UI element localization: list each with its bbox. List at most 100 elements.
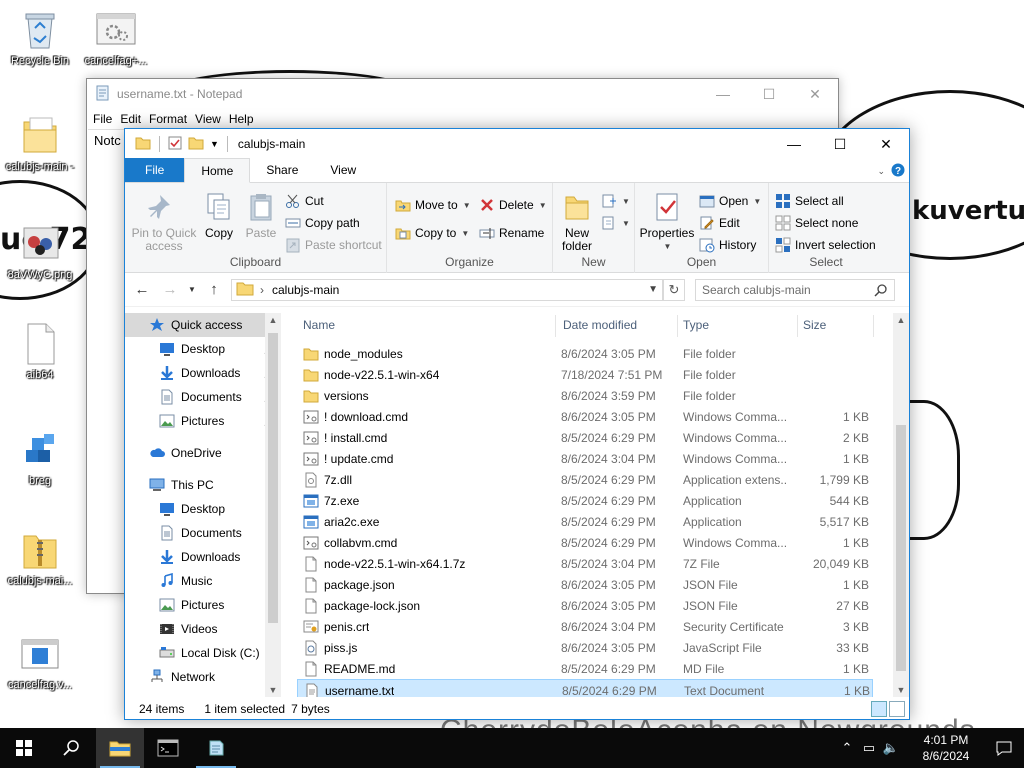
new-folder-button[interactable]: New folder [557, 191, 597, 253]
up-arrow-icon[interactable]: ↑ [203, 281, 225, 298]
desktop-icon-png[interactable]: 8aVWyC.png [2, 222, 78, 282]
start-button[interactable] [0, 728, 48, 768]
cut-button[interactable]: Cut [285, 191, 324, 211]
scroll-down-icon[interactable]: ▼ [893, 685, 909, 695]
tab-share[interactable]: Share [250, 158, 314, 182]
nav-item[interactable]: This PC [125, 473, 281, 497]
taskbar-notepad[interactable] [192, 728, 240, 768]
explorer-minimize-button[interactable]: — [771, 129, 817, 159]
explorer-close-button[interactable]: ✕ [863, 129, 909, 159]
file-row[interactable]: collabvm.cmd 8/5/2024 6:29 PM Windows Comm… [297, 532, 873, 553]
file-list[interactable]: ⌃ Name Date modified Type Size node_modu… [297, 313, 893, 697]
file-row[interactable]: 7z.exe 8/5/2024 6:29 PM Application 544 KB [297, 490, 873, 511]
paste-shortcut-button[interactable]: Paste shortcut [285, 235, 382, 255]
pin-to-quick-access-button[interactable]: Pin to Quick access [129, 191, 199, 253]
file-row[interactable]: package.json 8/6/2024 3:05 PM JSON File 1 K… [297, 574, 873, 595]
notepad-close-button[interactable]: ✕ [792, 79, 838, 109]
select-none-button[interactable]: Select none [775, 213, 858, 233]
notepad-menu-view[interactable]: View [195, 109, 227, 129]
nav-item[interactable]: OneDrive [125, 441, 281, 465]
tab-view[interactable]: View [314, 158, 372, 182]
desktop-icon-breg[interactable]: breg [2, 428, 78, 488]
file-row[interactable]: README.md 8/5/2024 6:29 PM MD File 1 KB [297, 658, 873, 679]
column-separator[interactable] [677, 315, 678, 337]
move-to-button[interactable]: Move to ▼ [395, 195, 471, 215]
file-row[interactable]: aria2c.exe 8/5/2024 6:29 PM Application 5,5… [297, 511, 873, 532]
volume-muted-icon[interactable]: 🔈 [880, 740, 902, 756]
nav-item[interactable]: Downloads [125, 545, 281, 569]
breadcrumb-chevron-icon[interactable]: › [260, 283, 264, 297]
column-separator[interactable] [797, 315, 798, 337]
column-separator[interactable] [873, 315, 874, 337]
easy-access-button[interactable]: ▼ [601, 213, 630, 233]
clock[interactable]: 4:01 PM 8/6/2024 [908, 732, 984, 764]
nav-item[interactable]: Downloads📌 [125, 361, 281, 385]
scroll-up-icon[interactable]: ▲ [893, 315, 909, 325]
nav-item[interactable]: Pictures📌 [125, 409, 281, 433]
nav-item[interactable]: Quick access [125, 313, 281, 337]
search-button[interactable] [48, 728, 96, 768]
new-folder-qat-icon[interactable] [188, 136, 204, 153]
nav-item[interactable]: Documents [125, 521, 281, 545]
open-button[interactable]: Open ▼ [699, 191, 761, 211]
file-row[interactable]: ! install.cmd 8/5/2024 6:29 PM Windows Com… [297, 427, 873, 448]
column-header-date[interactable]: Date modified [563, 318, 637, 332]
nav-item[interactable]: Pictures [125, 593, 281, 617]
notepad-minimize-button[interactable]: — [700, 79, 746, 109]
history-button[interactable]: History [699, 235, 756, 255]
desktop-icon-calubjs-zip[interactable]: calubjs-mai... [2, 528, 78, 588]
back-arrow-icon[interactable]: ← [131, 281, 153, 298]
network-icon[interactable]: ▭ [858, 740, 880, 756]
file-list-scrollbar[interactable]: ▲ ▼ [893, 313, 909, 697]
tray-overflow-chevron-icon[interactable]: ⌃ [836, 740, 858, 756]
address-box[interactable]: › calubjs-main ▼ [231, 278, 663, 301]
nav-item[interactable]: Desktop📌 [125, 337, 281, 361]
tab-file[interactable]: File [125, 158, 185, 182]
column-separator[interactable] [555, 315, 556, 337]
copy-to-button[interactable]: Copy to ▼ [395, 223, 469, 243]
search-input[interactable]: Search calubjs-main [695, 278, 895, 301]
notification-center-button[interactable] [984, 728, 1024, 768]
file-row[interactable]: node-v22.5.1-win-x64.1.7z 8/5/2024 3:04 P… [297, 553, 873, 574]
address-dropdown-icon[interactable]: ▼ [648, 284, 658, 295]
desktop-icon-calubjs-folder[interactable]: calubjs-main - [2, 114, 78, 174]
file-row[interactable]: node-v22.5.1-win-x64 7/18/2024 7:51 PM Fil… [297, 364, 873, 385]
nav-item[interactable]: Documents📌 [125, 385, 281, 409]
nav-item[interactable]: Local Disk (C:) [125, 641, 281, 665]
taskbar-command-prompt[interactable] [144, 728, 192, 768]
edit-button[interactable]: Edit [699, 213, 740, 233]
select-all-button[interactable]: Select all [775, 191, 844, 211]
desktop-icon-aib64[interactable]: aib64 [2, 322, 78, 382]
notepad-titlebar[interactable]: username.txt - Notepad — ☐ ✕ [87, 79, 838, 109]
help-icon[interactable]: ? [891, 163, 905, 180]
nav-item[interactable]: Videos [125, 617, 281, 641]
nav-item[interactable]: Network [125, 665, 281, 689]
file-row[interactable]: ! update.cmd 8/6/2024 3:04 PM Windows Comm… [297, 448, 873, 469]
large-icons-view-icon[interactable] [889, 701, 905, 717]
ribbon-collapse-icon[interactable]: ⌄ [877, 166, 885, 177]
invert-selection-button[interactable]: Invert selection [775, 235, 876, 255]
file-row[interactable]: penis.crt 8/6/2024 3:04 PM Security Certif… [297, 616, 873, 637]
nav-scrollbar[interactable]: ▲ ▼ [265, 313, 281, 697]
file-row[interactable]: package-lock.json 8/6/2024 3:05 PM JSON Fi… [297, 595, 873, 616]
qat-dropdown-icon[interactable]: ▼ [210, 139, 219, 149]
explorer-window[interactable]: ▼ calubjs-main — ☐ ✕ File Home Share Vie… [124, 128, 910, 720]
notepad-menu-format[interactable]: Format [149, 109, 193, 129]
explorer-maximize-button[interactable]: ☐ [817, 129, 863, 159]
column-header-type[interactable]: Type [683, 318, 709, 332]
file-row[interactable]: username.txt 8/5/2024 6:29 PM Text Documen… [297, 679, 873, 697]
properties-check-icon[interactable] [168, 136, 182, 153]
nav-scroll-thumb[interactable] [268, 333, 278, 623]
notepad-maximize-button[interactable]: ☐ [746, 79, 792, 109]
file-row[interactable]: 7z.dll 8/5/2024 6:29 PM Application extens… [297, 469, 873, 490]
nav-item[interactable]: Desktop [125, 497, 281, 521]
desktop-icon-recycle-bin[interactable]: Recycle Bin [2, 8, 78, 68]
file-row[interactable]: node_modules 8/6/2024 3:05 PM File folder [297, 343, 873, 364]
copy-path-button[interactable]: Copy path [285, 213, 360, 233]
tab-home[interactable]: Home [184, 158, 251, 183]
desktop-icon-cancelfag[interactable]: cancelfag+... [78, 8, 154, 68]
taskbar-file-explorer[interactable] [96, 728, 144, 768]
delete-button[interactable]: Delete ▼ [479, 195, 547, 215]
file-row[interactable]: versions 8/6/2024 3:59 PM File folder [297, 385, 873, 406]
file-row[interactable]: piss.js 8/6/2024 3:05 PM JavaScript File 33… [297, 637, 873, 658]
